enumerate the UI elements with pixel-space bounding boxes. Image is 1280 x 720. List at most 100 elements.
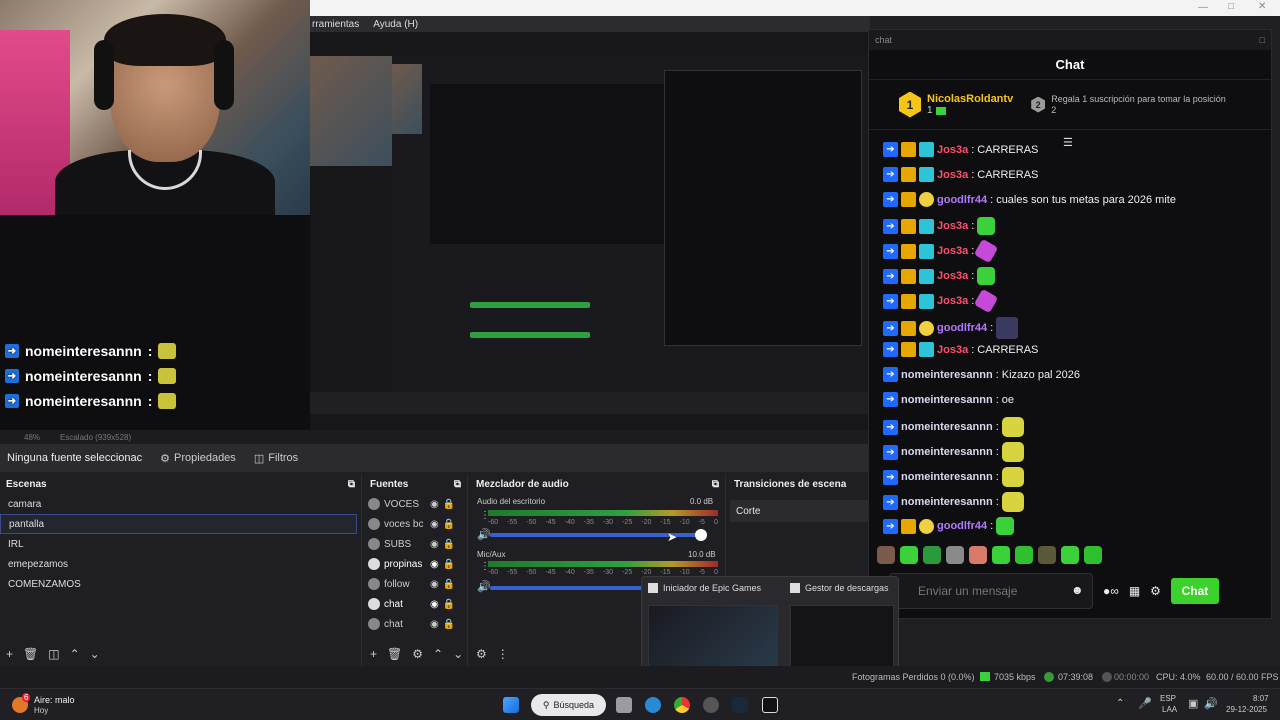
twitch-badge-icon[interactable]: ➔ — [883, 469, 898, 485]
undock-icon[interactable]: ⧉ — [712, 479, 719, 490]
emote-icon[interactable] — [1015, 546, 1033, 564]
edge-icon[interactable] — [645, 697, 661, 713]
vip-badge-icon[interactable] — [919, 167, 934, 182]
popup-item-downloads[interactable]: Gestor de descargas — [790, 583, 889, 593]
kebab-menu-icon[interactable]: ⋮ — [497, 647, 509, 661]
store-icon[interactable]: ▦ — [1129, 584, 1140, 598]
twitch-badge-icon[interactable]: ➔ — [883, 293, 898, 309]
obs-icon[interactable] — [703, 697, 719, 713]
crown-badge-icon[interactable] — [901, 218, 916, 234]
language-1[interactable]: ESP — [1160, 694, 1176, 703]
crown-badge-icon[interactable] — [901, 167, 916, 182]
emoji-picker-icon[interactable]: ☻ — [1071, 583, 1084, 597]
bulb-badge-icon[interactable] — [919, 518, 934, 534]
properties-button[interactable]: ⚙ Propiedades — [160, 452, 236, 465]
undock-icon[interactable]: ⧉ — [454, 479, 461, 490]
clock-date[interactable]: 29-12-2025 — [1226, 705, 1267, 714]
twitch-badge-icon[interactable]: ➔ — [883, 218, 898, 234]
undock-icon[interactable]: ⧉ — [348, 479, 355, 490]
popup-item-epic[interactable]: Iniciador de Epic Games — [648, 583, 761, 593]
minimize-icon[interactable]: — — [1198, 2, 1208, 13]
volume-icon[interactable]: 🔊 — [1204, 697, 1218, 710]
advanced-audio-icon[interactable]: ⚙ — [476, 647, 487, 661]
language-2[interactable]: LAA — [1162, 705, 1177, 714]
twitch-badge-icon[interactable]: ➔ — [883, 444, 898, 460]
chat-username[interactable]: nomeinteresannn — [901, 421, 993, 433]
eye-icon[interactable]: ◉ — [430, 519, 439, 530]
add-source-icon[interactable]: + — [370, 647, 377, 661]
network-icon[interactable]: ▣ — [1188, 697, 1198, 710]
chevron-down-icon[interactable]: ⌄ — [90, 647, 100, 661]
vip-badge-icon[interactable] — [919, 142, 934, 157]
lock-icon[interactable]: 🔒 — [443, 559, 455, 570]
emote-icon[interactable] — [969, 546, 987, 564]
vip-badge-icon[interactable] — [919, 293, 934, 309]
chat-username[interactable]: goodlfr44 — [937, 520, 987, 532]
scene-item-irl[interactable]: IRL — [0, 534, 361, 554]
twitch-badge-icon[interactable]: ➔ — [883, 367, 898, 382]
vip-badge-icon[interactable] — [919, 218, 934, 234]
bulb-badge-icon[interactable] — [919, 192, 934, 207]
filters-button[interactable]: ◫ Filtros — [254, 452, 298, 465]
crown-badge-icon[interactable] — [901, 293, 916, 309]
chat-message-input[interactable] — [889, 573, 1093, 609]
add-scene-icon[interactable]: + — [6, 647, 13, 661]
chat-username[interactable]: Jos3a — [937, 344, 968, 356]
chat-username[interactable]: Jos3a — [937, 169, 968, 181]
scene-item-camara[interactable]: camara — [0, 494, 361, 514]
scene-item-emepezamos[interactable]: emepezamos — [0, 554, 361, 574]
menu-item-tools[interactable]: rramientas — [312, 19, 359, 30]
chevron-up-icon[interactable]: ⌃ — [70, 647, 80, 661]
source-item[interactable]: SUBS ◉ 🔒 — [364, 534, 467, 554]
chat-username[interactable]: Jos3a — [937, 295, 968, 307]
chat-username[interactable]: Jos3a — [937, 270, 968, 282]
lock-icon[interactable]: 🔒 — [443, 599, 455, 610]
source-item[interactable]: chat ◉ 🔒 — [364, 614, 467, 634]
crown-badge-icon[interactable] — [901, 268, 916, 284]
eye-icon[interactable]: ◉ — [430, 619, 439, 630]
scene-item-comenzamos[interactable]: COMENZAMOS — [0, 574, 361, 594]
steam-icon[interactable] — [732, 697, 748, 713]
twitch-badge-icon[interactable]: ➔ — [883, 243, 898, 259]
source-item[interactable]: voces bc ◉ 🔒 — [364, 514, 467, 534]
emote-icon[interactable] — [900, 546, 918, 564]
emote-icon[interactable] — [1061, 546, 1079, 564]
crown-badge-icon[interactable] — [901, 243, 916, 259]
trash-icon[interactable]: 🗑 — [23, 647, 38, 661]
crown-badge-icon[interactable] — [901, 142, 916, 157]
emote-icon[interactable] — [923, 546, 941, 564]
obs-preview[interactable] — [310, 32, 870, 430]
epic-games-icon[interactable] — [762, 697, 778, 713]
channel-points-icon[interactable]: ●∞ — [1103, 584, 1119, 598]
source-item[interactable]: chat ◉ 🔒 — [364, 594, 467, 614]
filter-icon[interactable]: ◫ — [48, 647, 59, 661]
twitch-badge-icon[interactable]: ➔ — [883, 342, 898, 357]
source-item[interactable]: VOCES ◉ 🔒 — [364, 494, 467, 514]
slider-handle[interactable] — [694, 529, 707, 541]
speaker-icon[interactable]: 🔊 — [477, 580, 491, 593]
chrome-icon[interactable] — [674, 697, 690, 713]
volume-slider-mic[interactable] — [490, 582, 656, 594]
trash-icon[interactable]: 🗑 — [387, 647, 402, 661]
emote-icon[interactable] — [992, 546, 1010, 564]
chat-username[interactable]: nomeinteresannn — [901, 471, 993, 483]
windows-start-icon[interactable] — [503, 697, 519, 713]
clock-time[interactable]: 8:07 — [1253, 694, 1269, 703]
emote-icon[interactable] — [1084, 546, 1102, 564]
taskbar-search[interactable]: ⚲ Búsqueda — [531, 694, 606, 716]
emote-icon[interactable] — [946, 546, 964, 564]
chat-username[interactable]: nomeinteresannn — [901, 446, 993, 458]
lock-icon[interactable]: 🔒 — [443, 519, 455, 530]
chevron-up-icon[interactable]: ⌃ — [1116, 698, 1124, 709]
menu-item-help[interactable]: Ayuda (H) — [373, 19, 418, 30]
chevron-down-icon[interactable]: ⌄ — [453, 647, 463, 661]
gear-icon[interactable]: ⚙ — [412, 647, 423, 661]
crown-badge-icon[interactable] — [901, 192, 916, 207]
chat-username[interactable]: Jos3a — [937, 245, 968, 257]
leader-name[interactable]: NicolasRoldantv — [927, 93, 1013, 105]
speaker-icon[interactable]: 🔊 — [477, 528, 491, 541]
crown-badge-icon[interactable] — [901, 342, 916, 357]
eye-icon[interactable]: ◉ — [430, 579, 439, 590]
bulb-badge-icon[interactable] — [919, 320, 934, 336]
emote-icon[interactable] — [877, 546, 895, 564]
